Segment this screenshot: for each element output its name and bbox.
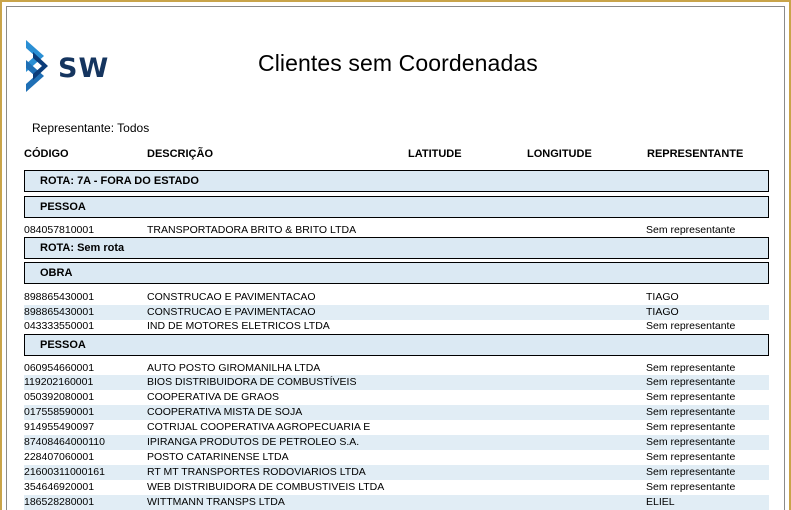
group-header-type: OBRA — [24, 262, 769, 284]
table-row: 186528280001 WITTMANN TRANSPS LTDA ELIEL — [24, 495, 769, 510]
row-description: COTRIJAL COOPERATIVA AGROPECUARIA E — [147, 421, 371, 433]
row-representative: TIAGO — [646, 306, 679, 318]
row-description: COOPERATIVA MISTA DE SOJA — [147, 406, 303, 418]
row-description: BIOS DISTRIBUIDORA DE COMBUSTÍVEIS — [147, 376, 357, 388]
column-header-description: DESCRIÇÃO — [147, 148, 214, 160]
column-header-code: CÓDIGO — [24, 148, 69, 160]
group-header-route: ROTA: 7A - FORA DO ESTADO — [24, 170, 769, 192]
row-code: 898865430001 — [24, 291, 95, 303]
table-row: 017558590001 COOPERATIVA MISTA DE SOJA S… — [24, 405, 769, 420]
column-header-longitude: LONGITUDE — [527, 148, 592, 160]
row-code: 228407060001 — [24, 451, 95, 463]
group-header-route: ROTA: Sem rota — [24, 237, 769, 259]
row-representative: Sem representante — [646, 391, 736, 403]
logo-text: SW — [58, 53, 109, 84]
row-representative: Sem representante — [646, 406, 736, 418]
table-row: 228407060001 POSTO CATARINENSE LTDA Sem … — [24, 450, 769, 465]
table-row: 050392080001 COOPERATIVA DE GRAOS Sem re… — [24, 390, 769, 405]
row-description: AUTO POSTO GIROMANILHA LTDA — [147, 362, 321, 374]
row-code: 043333550001 — [24, 320, 95, 332]
column-header-latitude: LATITUDE — [408, 148, 462, 160]
group-header-type: PESSOA — [24, 196, 769, 218]
logo-mark-icon — [26, 40, 48, 92]
representative-filter-label: Representante: Todos — [32, 121, 150, 135]
row-description: POSTO CATARINENSE LTDA — [147, 451, 289, 463]
row-representative: Sem representante — [646, 466, 736, 478]
row-code: 060954660001 — [24, 362, 95, 374]
row-code: 87408464000110 — [24, 436, 105, 448]
row-representative: Sem representante — [646, 320, 736, 332]
table-row: 898865430001 CONSTRUCAO E PAVIMENTACAO T… — [24, 305, 769, 320]
table-row: 119202160001 BIOS DISTRIBUIDORA DE COMBU… — [24, 375, 769, 390]
row-representative: Sem representante — [646, 376, 736, 388]
row-description: CONSTRUCAO E PAVIMENTACAO — [147, 291, 316, 303]
column-header-representative: REPRESENTANTE — [647, 148, 744, 160]
row-code: 898865430001 — [24, 306, 95, 318]
row-code: 914955490097 — [24, 421, 95, 433]
report-title: Clientes sem Coordenadas — [258, 50, 538, 76]
row-representative: TIAGO — [646, 291, 679, 303]
row-code: 186528280001 — [24, 496, 95, 508]
table-row: 354646920001 WEB DISTRIBUIDORA DE COMBUS… — [24, 480, 769, 495]
row-code: 017558590001 — [24, 406, 95, 418]
row-description: RT MT TRANSPORTES RODOVIARIOS LTDA — [147, 466, 366, 478]
row-description: TRANSPORTADORA BRITO & BRITO LTDA — [147, 224, 357, 236]
row-representative: Sem representante — [646, 451, 736, 463]
row-description: WITTMANN TRANSPS LTDA — [147, 496, 285, 508]
row-description: COOPERATIVA DE GRAOS — [147, 391, 280, 403]
row-code: 119202160001 — [24, 376, 94, 388]
table-row: 043333550001 IND DE MOTORES ELETRICOS LT… — [24, 319, 769, 334]
row-code: 050392080001 — [24, 391, 95, 403]
row-representative: Sem representante — [646, 481, 736, 493]
row-representative: Sem representante — [646, 224, 736, 236]
row-description: CONSTRUCAO E PAVIMENTACAO — [147, 306, 316, 318]
table-row: 898865430001 CONSTRUCAO E PAVIMENTACAO T… — [24, 290, 769, 305]
row-description: WEB DISTRIBUIDORA DE COMBUSTIVEIS LTDA — [147, 481, 385, 493]
table-row: 084057810001 TRANSPORTADORA BRITO & BRIT… — [24, 223, 769, 238]
sw-logo: SW — [26, 40, 109, 92]
row-representative: Sem representante — [646, 436, 736, 448]
row-code: 21600311000161 — [24, 466, 105, 478]
table-row: 060954660001 AUTO POSTO GIROMANILHA LTDA… — [24, 361, 769, 376]
table-row: 21600311000161 RT MT TRANSPORTES RODOVIA… — [24, 465, 769, 480]
table-row: 87408464000110 IPIRANGA PRODUTOS DE PETR… — [24, 435, 769, 450]
row-code: 084057810001 — [24, 224, 95, 236]
row-representative: Sem representante — [646, 421, 736, 433]
table-row: 914955490097 COTRIJAL COOPERATIVA AGROPE… — [24, 420, 769, 435]
row-description: IPIRANGA PRODUTOS DE PETROLEO S.A. — [147, 436, 360, 448]
group-header-type: PESSOA — [24, 334, 769, 356]
row-representative: ELIEL — [646, 496, 675, 508]
row-code: 354646920001 — [24, 481, 95, 493]
row-description: IND DE MOTORES ELETRICOS LTDA — [147, 320, 330, 332]
row-representative: Sem representante — [646, 362, 736, 374]
